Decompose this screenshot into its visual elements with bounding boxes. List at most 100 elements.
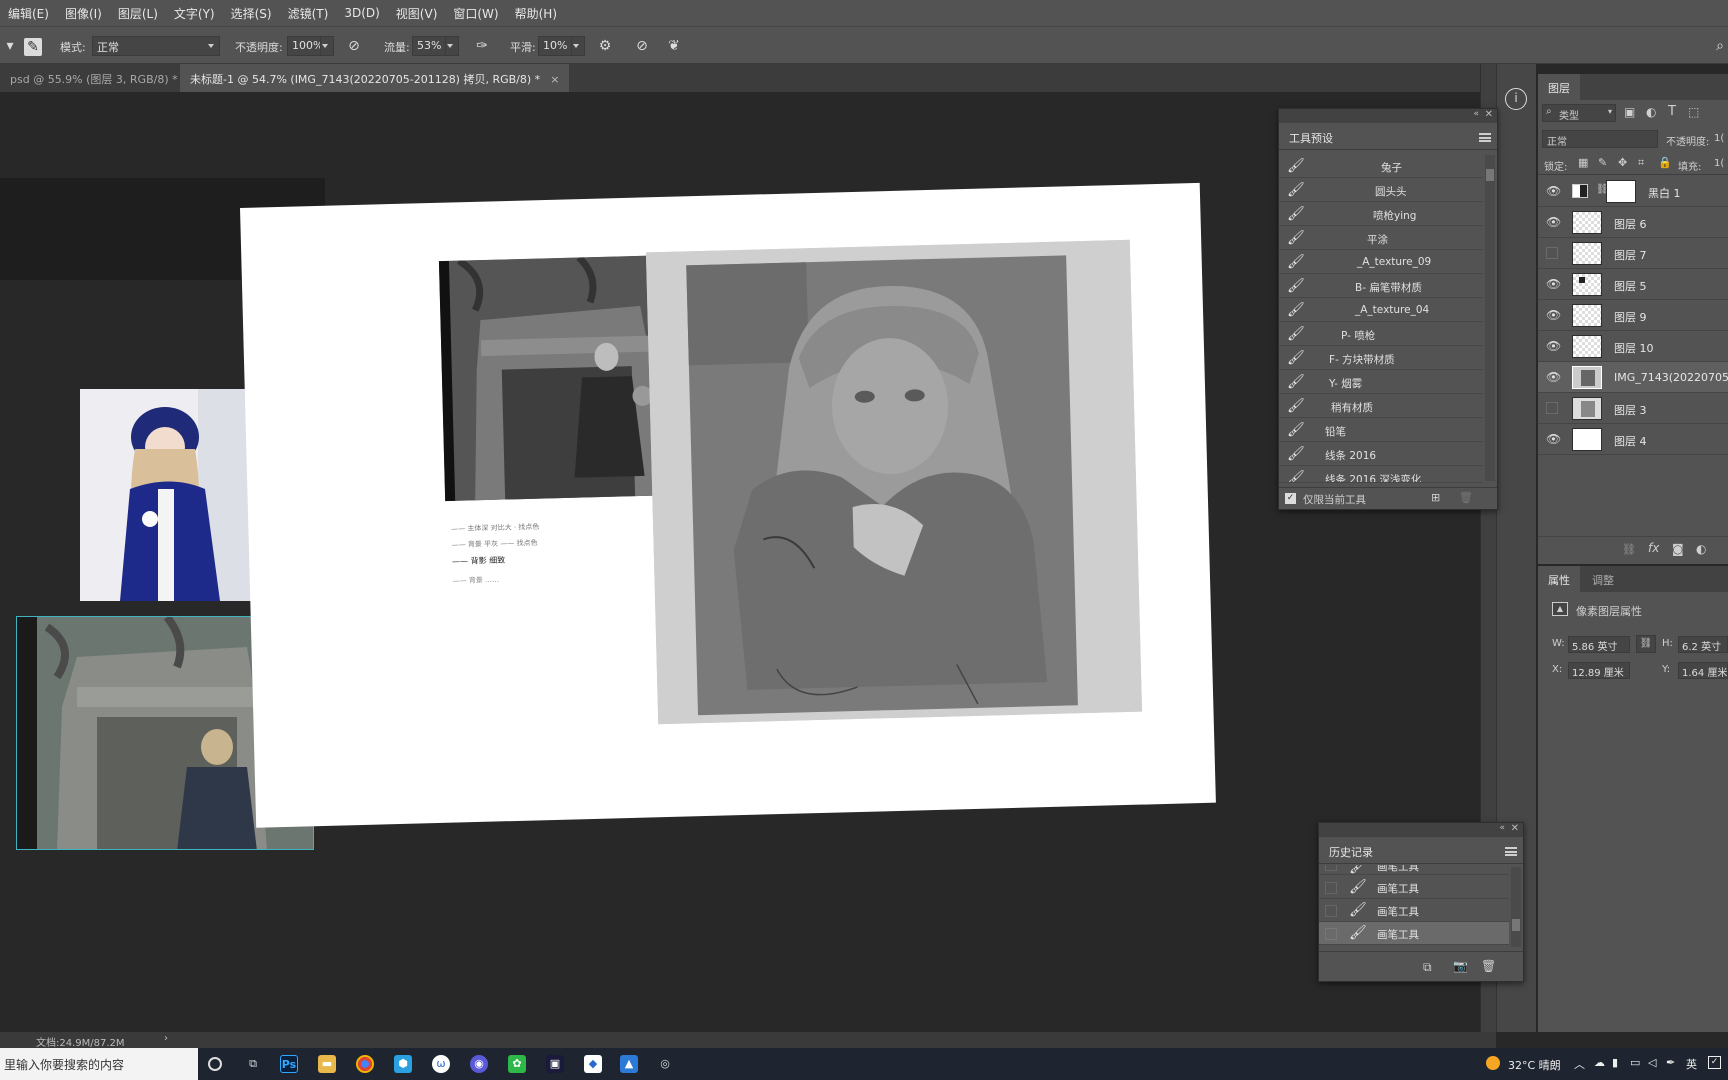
height-field[interactable]: 6.2 英寸 [1678,636,1728,653]
volume-icon[interactable]: ◁ [1648,1056,1656,1069]
tab-document-1[interactable]: psd @ 55.9% (图层 3, RGB/8) *× [0,64,207,92]
preset-row[interactable]: 🖌 圆头头 [1279,179,1483,202]
chevron-right-icon[interactable]: › [164,1033,168,1044]
opacity-dropdown[interactable] [320,36,334,56]
menu-edit[interactable]: 编辑(E) [0,5,57,22]
new-preset-icon[interactable]: ⊞ [1431,491,1440,504]
info-icon[interactable]: i [1505,88,1527,110]
layer-row[interactable]: 👁 图层 9 [1538,300,1728,331]
trash-icon[interactable]: 🗑 [1481,959,1496,973]
mode-select[interactable]: 正常 [92,36,220,56]
preset-row[interactable]: 🖌 线条 2016 [1279,443,1483,466]
preset-row[interactable]: 🖌 P- 喷枪 [1279,323,1483,346]
eye-icon[interactable]: 👁 [1546,433,1561,445]
app-icon[interactable]: ⬢ [394,1055,412,1073]
eye-icon[interactable]: 👁 [1546,216,1561,228]
lock-all-icon[interactable]: 🔒 [1658,156,1672,169]
eye-icon[interactable]: 👁 [1546,309,1561,321]
preset-row[interactable]: 🖌 铅笔 [1279,419,1483,442]
tab-properties[interactable]: 属性 [1538,566,1580,592]
file-explorer-icon[interactable]: ▬ [318,1055,336,1073]
filter-shape-icon[interactable]: ⬚ [1688,105,1699,119]
menu-type[interactable]: 文字(Y) [166,5,223,22]
eye-icon[interactable]: 👁 [1546,185,1561,197]
x-field[interactable]: 12.89 厘米 [1568,662,1630,679]
menu-image[interactable]: 图像(I) [57,5,110,22]
new-document-from-state-icon[interactable]: ⧉ [1423,960,1432,975]
tool-presets-title[interactable]: 工具预设 [1279,123,1343,149]
filter-adjustment-icon[interactable]: ◐ [1646,105,1656,119]
photoshop-icon[interactable]: Ps [280,1055,298,1073]
preset-row[interactable]: 🖌 稍有材质 [1279,395,1483,418]
new-adjustment-icon[interactable]: ◐ [1696,542,1706,556]
microphone-icon[interactable]: ▮ [1612,1056,1618,1069]
collapse-icon[interactable]: « [1473,109,1479,119]
scrollbar-thumb[interactable] [1512,919,1520,931]
close-icon[interactable]: ✕ [1511,823,1519,834]
capture-app-icon[interactable]: ◎ [656,1055,674,1073]
preset-row[interactable]: 🖌 兔子 [1279,155,1483,178]
collapse-icon[interactable]: « [1499,823,1505,833]
lock-artboard-icon[interactable]: ⌗ [1638,156,1644,170]
history-title[interactable]: 历史记录 [1319,837,1383,863]
blend-mode-select[interactable]: 正常 [1542,130,1658,148]
smoothing-dropdown[interactable] [571,36,585,56]
chevron-down-icon[interactable]: ▾ [0,37,20,57]
browser-icon[interactable]: ω [432,1055,450,1073]
menu-filter[interactable]: 滤镜(T) [280,5,337,22]
lock-move-icon[interactable]: ✥ [1618,156,1627,169]
language-indicator[interactable]: 英 [1686,1056,1697,1072]
menu-view[interactable]: 视图(V) [388,5,446,22]
menu-select[interactable]: 选择(S) [223,5,280,22]
scrollbar-thumb[interactable] [1486,169,1494,181]
camera-icon[interactable]: 📷 [1453,959,1468,973]
layer-row[interactable]: 👁 图层 10 [1538,331,1728,362]
eye-icon[interactable]: 👁 [1546,340,1561,352]
eye-icon[interactable]: 👁 [1546,371,1561,383]
menu-window[interactable]: 窗口(W) [445,5,506,22]
preset-row[interactable]: 🖌 _A_texture_09 [1279,251,1483,274]
snapshot-checkbox[interactable] [1325,905,1337,917]
layer-row-selected[interactable]: 👁 IMG_7143(20220705-201 [1538,362,1728,393]
lock-paint-icon[interactable]: ✎ [1598,156,1607,169]
filter-pixel-icon[interactable]: ▣ [1624,105,1635,119]
chrome-icon[interactable] [356,1055,374,1073]
layer-row[interactable]: 👁 ⛓ 黑白 1 [1538,176,1728,207]
layer-row[interactable]: 👁 图层 4 [1538,424,1728,455]
menu-3d[interactable]: 3D(D) [336,6,387,20]
panel-menu-icon[interactable] [1479,133,1491,142]
layer-row[interactable]: 图层 3 [1538,393,1728,424]
history-row-current[interactable]: 🖌 画笔工具 [1319,922,1509,945]
snapshot-checkbox[interactable] [1325,882,1337,894]
y-field[interactable]: 1.64 厘米 [1678,662,1728,679]
preset-row[interactable]: 🖌 Y- 烟雾 [1279,371,1483,394]
lock-transparent-icon[interactable]: ▦ [1578,156,1588,169]
pen-icon[interactable]: ✒ [1666,1056,1675,1069]
layer-row[interactable]: 👁 图层 6 [1538,207,1728,238]
smoothing-input[interactable]: 10% [538,36,572,56]
layer-row[interactable]: 图层 7 [1538,238,1728,269]
panel-menu-icon[interactable] [1505,847,1517,856]
preset-row[interactable]: 🖌 喷枪ying [1279,203,1483,226]
task-view-icon[interactable]: ⧉ [244,1055,262,1073]
menu-help[interactable]: 帮助(H) [507,5,565,22]
network-icon[interactable]: ▭ [1630,1056,1640,1069]
chevron-up-icon[interactable]: ︿ [1574,1056,1585,1072]
preset-row[interactable]: 🖌 F- 方块带材质 [1279,347,1483,370]
flow-input[interactable]: 53% [412,36,446,56]
tab-document-2[interactable]: 未标题-1 @ 54.7% (IMG_7143(20220705-201128)… [180,64,570,92]
history-row[interactable]: 🖌 画笔工具 [1319,876,1509,899]
brush-toggle-icon[interactable]: ✎ [24,38,42,56]
close-icon[interactable]: ✕ [1485,109,1493,120]
weather-text[interactable]: 32°C 晴朗 [1508,1057,1561,1073]
symmetry-butterfly-icon[interactable]: ❦ [664,37,684,57]
checkbox[interactable]: ✓ [1285,493,1296,504]
trash-icon[interactable]: 🗑 [1459,491,1473,504]
link-icon[interactable]: ⛓ [1636,635,1656,653]
add-mask-icon[interactable]: ◙ [1672,542,1684,556]
tab-adjustments[interactable]: 调整 [1582,566,1624,592]
pressure-size-icon[interactable]: ⊘ [632,37,652,57]
menu-layer[interactable]: 图层(L) [110,5,166,22]
close-icon[interactable]: × [550,73,559,86]
history-row[interactable]: 🖌 画笔工具 [1319,899,1509,922]
